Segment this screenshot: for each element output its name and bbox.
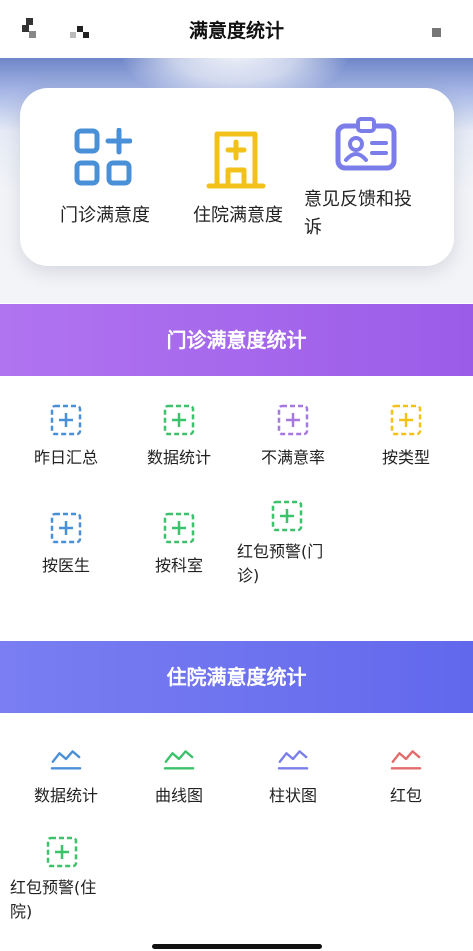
outpatient-item-yesterday[interactable]: 昨日汇总	[16, 404, 116, 470]
quick-link-feedback[interactable]: 意见反馈和投诉	[302, 88, 422, 266]
outpatient-item-by-department[interactable]: 按科室	[129, 512, 229, 578]
dashed-plus-icon	[390, 404, 422, 436]
navbar: 满意度统计	[0, 0, 473, 58]
dashed-plus-icon	[271, 500, 303, 532]
outpatient-item-dissatisfaction-rate[interactable]: 不满意率	[243, 404, 343, 470]
quick-link-label: 意见反馈和投诉	[304, 189, 412, 238]
outpatient-item-label: 红包预警(门诊)	[237, 542, 324, 585]
home-indicator[interactable]	[152, 944, 322, 949]
grid-plus-icon	[74, 128, 132, 186]
quick-link-label: 门诊满意度	[60, 205, 150, 226]
quick-link-outpatient[interactable]: 门诊满意度	[50, 88, 160, 266]
line-chart-icon	[163, 750, 195, 770]
inpatient-item-data-stats[interactable]: 数据统计	[16, 742, 116, 808]
dashed-plus-icon	[163, 512, 195, 544]
dashed-plus-icon	[46, 836, 78, 868]
inpatient-item-label: 柱状图	[268, 786, 317, 805]
inpatient-item-red-envelope-warning[interactable]: 红包预警(住院)	[10, 836, 114, 924]
outpatient-item-label: 按科室	[154, 556, 203, 575]
quick-links-card: 门诊满意度 住院满意度 意见反馈和投诉	[20, 88, 454, 266]
more-icon[interactable]	[432, 28, 441, 37]
dashed-plus-icon	[163, 404, 195, 436]
inpatient-section-header: 住院满意度统计	[0, 641, 473, 713]
line-chart-icon	[50, 750, 82, 770]
outpatient-item-label: 按类型	[381, 448, 430, 467]
inpatient-item-curve-chart[interactable]: 曲线图	[129, 742, 229, 808]
outpatient-item-label: 昨日汇总	[33, 448, 98, 467]
outpatient-item-label: 数据统计	[146, 448, 211, 467]
inpatient-item-red-envelope[interactable]: 红包	[356, 742, 456, 808]
quick-link-inpatient[interactable]: 住院满意度	[183, 88, 293, 266]
inpatient-item-label: 曲线图	[154, 786, 203, 805]
outpatient-item-red-envelope-warning[interactable]: 红包预警(门诊)	[237, 500, 337, 588]
inpatient-item-bar-chart[interactable]: 柱状图	[243, 742, 343, 808]
dashed-plus-icon	[50, 404, 82, 436]
dashed-plus-icon	[277, 404, 309, 436]
quick-link-label: 住院满意度	[193, 205, 283, 226]
page-title: 满意度统计	[188, 20, 284, 42]
hospital-building-icon	[206, 131, 266, 189]
inpatient-item-label: 红包预警(住院)	[10, 878, 97, 921]
outpatient-item-data-stats[interactable]: 数据统计	[129, 404, 229, 470]
outpatient-item-by-doctor[interactable]: 按医生	[16, 512, 116, 578]
id-card-icon	[335, 117, 397, 171]
line-chart-icon	[277, 750, 309, 770]
outpatient-item-label: 按医生	[41, 556, 90, 575]
line-chart-icon	[390, 750, 422, 770]
outpatient-item-label: 不满意率	[260, 448, 325, 467]
inpatient-item-label: 数据统计	[33, 786, 98, 805]
dashed-plus-icon	[50, 512, 82, 544]
outpatient-item-by-type[interactable]: 按类型	[356, 404, 456, 470]
inpatient-item-label: 红包	[389, 786, 422, 805]
outpatient-section-header: 门诊满意度统计	[0, 304, 473, 376]
